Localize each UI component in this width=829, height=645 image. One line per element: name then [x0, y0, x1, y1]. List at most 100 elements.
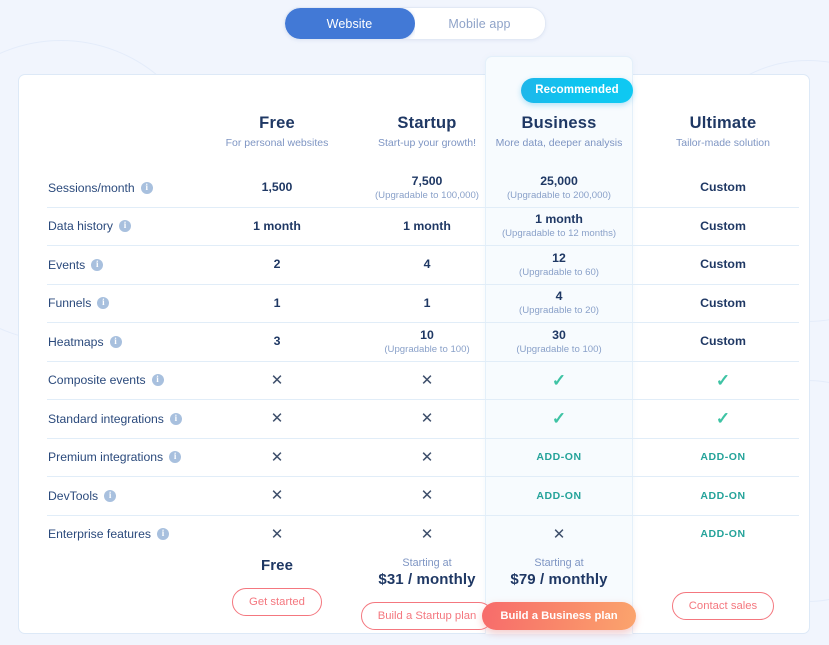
table-row-inner: Events 2 4 12(Upgradable to 60) Custom — [19, 246, 809, 284]
addon-badge: ADD-ON — [700, 528, 746, 541]
table-row-inner: Heatmaps 3 10(Upgradable to 100) 30(Upgrada… — [19, 323, 809, 361]
cross-icon: ✕ — [270, 448, 284, 466]
feature-label-text: Heatmaps — [48, 334, 104, 349]
cell-value: 4 — [555, 289, 563, 304]
cell-value: Custom — [700, 257, 746, 272]
cta-button-free[interactable]: Get started — [232, 588, 322, 616]
feature-label: Events — [48, 246, 104, 284]
cell-business: ADD-ON — [485, 439, 633, 477]
info-icon[interactable] — [119, 219, 132, 233]
cell-subvalue: (Upgradable to 12 months) — [501, 228, 617, 240]
plan-tagline-startup: Start-up your growth! — [377, 137, 477, 149]
cell-value: 3 — [273, 334, 281, 349]
feature-label: Standard integrations — [48, 400, 182, 438]
toggle-option-website[interactable]: Website — [284, 8, 415, 39]
cell-value: Custom — [700, 295, 746, 310]
plan-footer-business: Starting at $79 / monthly Build a Business… — [482, 544, 636, 630]
plan-name-business: Business — [521, 114, 597, 132]
table-row: Funnels 1 1 4(Upgradable to 20) Custom — [47, 283, 799, 323]
cell-free: 3 — [201, 323, 353, 361]
info-icon[interactable] — [91, 258, 104, 271]
feature-label: Heatmaps — [48, 323, 122, 361]
info-icon[interactable] — [151, 373, 164, 387]
plan-footer-free: Free Get started — [201, 544, 353, 616]
check-icon: ✓ — [551, 370, 567, 390]
cell-business: 30 (Upgradable to 100) — [485, 323, 633, 361]
cell-free: 1 month — [201, 208, 353, 246]
cross-icon: ✕ — [420, 371, 434, 389]
cell-business: 12 (Upgradable to 60) — [485, 246, 633, 284]
cell-subvalue: (Upgradable to 60) — [519, 266, 599, 278]
cross-icon: ✕ — [420, 525, 434, 543]
feature-label-text: Standard integrations — [48, 411, 164, 426]
addon-badge: ADD-ON — [536, 451, 582, 464]
cell-startup: 7,500 (Upgradable to 100,000) — [351, 169, 503, 207]
table-row-inner: Sessions/month 1,500 7,500(Upgradable to 1… — [19, 169, 809, 207]
cell-business: ✓ — [485, 362, 633, 400]
platform-toggle[interactable]: Website Mobile app — [283, 7, 546, 40]
check-icon: ✓ — [715, 370, 731, 390]
table-row: Events 2 4 12(Upgradable to 60) Custom — [47, 245, 799, 284]
toggle-option-mobile-app[interactable]: Mobile app — [414, 8, 545, 39]
cross-icon: ✕ — [420, 487, 434, 505]
cell-startup: ✕ — [351, 439, 503, 477]
cell-subvalue: (Upgradable to 100) — [384, 343, 470, 355]
cell-startup: ✕ — [351, 477, 503, 515]
table-row-inner: Funnels 1 1 4(Upgradable to 20) Custom — [19, 285, 809, 323]
info-icon[interactable] — [169, 412, 182, 425]
cta-button-startup[interactable]: Build a Startup plan — [360, 602, 494, 630]
plan-header-business: Business More data, deeper analysis — [485, 113, 633, 150]
cross-icon: ✕ — [270, 371, 284, 389]
info-icon[interactable] — [104, 489, 117, 502]
cell-value: 10 — [420, 327, 434, 342]
feature-label-text: Funnels — [48, 296, 92, 311]
feature-label-text: Composite events — [48, 373, 146, 388]
cell-ultimate: Custom — [633, 323, 813, 361]
feature-label-text: Events — [48, 257, 86, 272]
cell-business: 4 (Upgradable to 20) — [485, 285, 633, 323]
info-icon[interactable] — [156, 527, 169, 541]
info-icon[interactable] — [109, 335, 122, 348]
cell-ultimate: Custom — [633, 246, 813, 284]
cell-startup: 1 — [351, 285, 503, 323]
cell-value: 1,500 — [261, 180, 293, 195]
table-row-inner: Standard integrations ✕ ✕ ✓ ✓ — [19, 400, 809, 438]
price-amount: $31 / monthly — [378, 571, 476, 588]
cell-value: 1 month — [535, 212, 583, 227]
cell-ultimate: Custom — [633, 169, 813, 207]
cross-icon: ✕ — [420, 410, 434, 428]
feature-label-text: Data history — [48, 219, 114, 234]
cell-subvalue: (Upgradable to 100,000) — [374, 189, 479, 201]
cell-startup: ✕ — [351, 400, 503, 438]
feature-label-text: Sessions/month — [48, 180, 135, 195]
plan-tagline-business: More data, deeper analysis — [495, 137, 623, 149]
table-row-inner: Composite events ✕ ✕ ✓ ✓ — [19, 362, 809, 400]
cell-free: 1 — [201, 285, 353, 323]
cta-button-ultimate[interactable]: Contact sales — [671, 592, 775, 620]
plan-header-startup: Startup Start-up your growth! — [351, 113, 503, 150]
cell-value: 1 — [273, 295, 281, 310]
cell-startup: 4 — [351, 246, 503, 284]
cell-value: Custom — [700, 334, 746, 349]
table-row: Heatmaps 3 10(Upgradable to 100) 30(Upgrada… — [47, 322, 799, 361]
info-icon[interactable] — [97, 296, 110, 310]
recommended-badge: Recommended — [521, 78, 633, 103]
price-prefix: Starting at — [402, 557, 452, 569]
info-icon[interactable] — [140, 181, 153, 194]
feature-label-text: DevTools — [48, 488, 99, 503]
info-icon[interactable] — [169, 450, 182, 464]
table-row: Standard integrations ✕ ✕ ✓ ✓ — [47, 399, 799, 438]
plan-name-startup: Startup — [397, 114, 457, 132]
feature-label: Sessions/month — [48, 169, 153, 207]
price-amount: $79 / monthly — [510, 571, 608, 588]
plan-header-ultimate: Ultimate Tailor-made solution — [633, 113, 813, 150]
price-amount: Free — [260, 557, 294, 574]
cell-value: 25,000 — [540, 173, 578, 188]
cell-value: 1 — [423, 295, 431, 310]
cell-subvalue: (Upgradable to 200,000) — [506, 189, 611, 201]
cell-value: 7,500 — [411, 173, 443, 188]
cta-button-business[interactable]: Build a Business plan — [482, 602, 636, 630]
table-row-inner: DevTools ✕ ✕ ADD-ON ADD-ON — [19, 477, 809, 515]
table-row: Premium integrations ✕ ✕ ADD-ON ADD-ON — [47, 437, 799, 477]
cross-icon: ✕ — [552, 525, 566, 543]
